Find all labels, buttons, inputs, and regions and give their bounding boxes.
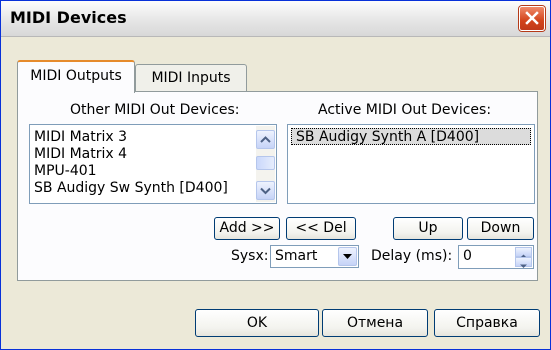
other-devices-label: Other MIDI Out Devices: — [70, 102, 240, 118]
other-devices-listbox[interactable]: MIDI Matrix 3 MIDI Matrix 4 MPU-401 SB A… — [29, 124, 277, 204]
scroll-down-button[interactable] — [256, 181, 275, 200]
active-devices-label: Active MIDI Out Devices: — [318, 102, 492, 118]
add-button[interactable]: Add >> — [214, 217, 280, 240]
list-item[interactable]: MPU-401 — [30, 163, 276, 180]
spin-down-button[interactable] — [515, 257, 532, 268]
tab-midi-outputs[interactable]: MIDI Outputs — [17, 60, 135, 93]
sysx-value: Smart — [275, 248, 318, 264]
close-icon — [525, 11, 539, 25]
tab-midi-inputs[interactable]: MIDI Inputs — [135, 64, 247, 93]
midi-devices-dialog: MIDI Devices MIDI Outputs MIDI Inputs Ot… — [0, 0, 551, 350]
tab-midi-outputs-label: MIDI Outputs — [30, 68, 122, 84]
sysx-select[interactable]: Smart — [270, 245, 359, 268]
list-item[interactable]: MIDI Matrix 4 — [30, 146, 276, 163]
list-item-selected[interactable]: SB Audigy Synth A [D400] — [291, 128, 531, 145]
list-item[interactable]: SB Audigy Sw Synth [D400] — [30, 180, 276, 197]
tab-midi-inputs-label: MIDI Inputs — [151, 70, 231, 86]
scroll-up-button[interactable] — [256, 130, 275, 149]
title-bar[interactable]: MIDI Devices — [1, 1, 550, 37]
help-button[interactable]: Справка — [434, 309, 540, 337]
delay-spinner[interactable]: 0 — [458, 245, 534, 269]
chevron-up-icon — [260, 136, 271, 143]
close-button[interactable] — [519, 6, 545, 31]
window-title: MIDI Devices — [10, 8, 127, 27]
delay-label: Delay (ms): — [371, 248, 453, 264]
down-button[interactable]: Down — [467, 217, 534, 240]
sysx-label: Sysx: — [231, 248, 269, 264]
spin-up-button[interactable] — [515, 247, 532, 258]
dropdown-button[interactable] — [338, 247, 357, 266]
cancel-button[interactable]: Отмена — [322, 309, 428, 337]
tab-panel: Other MIDI Out Devices: Active MIDI Out … — [17, 91, 538, 281]
chevron-down-icon — [260, 187, 271, 195]
list-item[interactable]: MIDI Matrix 3 — [30, 129, 276, 146]
delay-value[interactable]: 0 — [463, 248, 472, 264]
ok-button[interactable]: OK — [195, 309, 319, 337]
del-button[interactable]: << Del — [286, 217, 356, 240]
dropdown-arrow-icon — [343, 254, 352, 259]
scroll-thumb[interactable] — [256, 156, 275, 170]
spin-down-icon — [520, 264, 527, 268]
up-button[interactable]: Up — [393, 217, 463, 240]
vertical-scrollbar[interactable] — [256, 126, 275, 202]
active-devices-listbox[interactable]: SB Audigy Synth A [D400] — [287, 124, 535, 204]
